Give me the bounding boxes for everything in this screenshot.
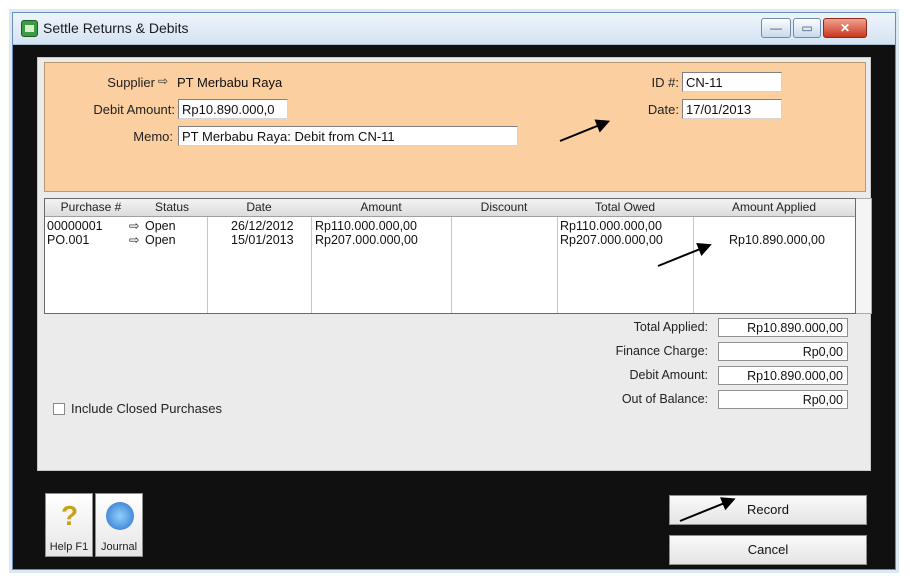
date-field[interactable]: 17/01/2013 bbox=[682, 99, 782, 119]
minimize-button[interactable]: — bbox=[761, 18, 791, 38]
supplier-zoom-arrow-icon[interactable]: ⇨ bbox=[158, 74, 168, 88]
close-button[interactable]: ✕ bbox=[823, 18, 867, 38]
col-amount-applied[interactable]: Amount Applied bbox=[693, 200, 855, 214]
col-status[interactable]: Status bbox=[137, 200, 207, 214]
help-icon: ? bbox=[61, 500, 79, 531]
purchase-number: 00000001 bbox=[47, 219, 103, 233]
record-button[interactable]: Record bbox=[669, 495, 867, 525]
amount-applied[interactable]: Rp10.890.000,00 bbox=[729, 233, 825, 247]
total-applied-label: Total Applied: bbox=[633, 320, 708, 334]
total-owed: Rp207.000.000,00 bbox=[560, 233, 663, 247]
memo-label: Memo: bbox=[133, 129, 173, 144]
col-purchase[interactable]: Purchase # bbox=[45, 200, 137, 214]
id-label: ID #: bbox=[651, 75, 679, 90]
journal-button[interactable]: Journal bbox=[95, 493, 143, 557]
debit-amount-field[interactable]: Rp10.890.000,0 bbox=[178, 99, 288, 119]
include-closed-label[interactable]: Include Closed Purchases bbox=[71, 401, 222, 416]
journal-label: Journal bbox=[100, 541, 138, 553]
total-owed: Rp110.000.000,00 bbox=[560, 219, 662, 233]
maximize-button[interactable]: ▭ bbox=[793, 18, 821, 38]
help-label: Help F1 bbox=[49, 541, 89, 553]
title-bar[interactable]: Settle Returns & Debits — ▭ ✕ bbox=[13, 13, 895, 45]
out-of-balance-label: Out of Balance: bbox=[621, 392, 708, 406]
table-row[interactable]: 00000001 ⇨ Open 26/12/2012 Rp110.000.000… bbox=[45, 219, 855, 234]
include-closed-checkbox[interactable] bbox=[53, 403, 65, 415]
date: 26/12/2012 bbox=[231, 219, 294, 233]
window-title: Settle Returns & Debits bbox=[43, 20, 189, 36]
purchase-number: PO.001 bbox=[47, 233, 90, 247]
supplier-label: Supplier bbox=[107, 75, 155, 90]
cancel-button[interactable]: Cancel bbox=[669, 535, 867, 565]
open-arrow-icon[interactable]: ⇨ bbox=[129, 219, 139, 233]
supplier-value: PT Merbabu Raya bbox=[177, 75, 283, 90]
table-scrollbar[interactable] bbox=[856, 198, 872, 314]
col-discount[interactable]: Discount bbox=[451, 200, 557, 214]
table-header: Purchase # Status Date Amount Discount T… bbox=[45, 199, 855, 217]
memo-field[interactable]: PT Merbabu Raya: Debit from CN-11 bbox=[178, 126, 518, 146]
debit-amount-total-value: Rp10.890.000,00 bbox=[718, 366, 848, 385]
app-icon bbox=[21, 20, 38, 37]
table-row[interactable]: PO.001 ⇨ Open 15/01/2013 Rp207.000.000,0… bbox=[45, 233, 855, 248]
purchases-table: Purchase # Status Date Amount Discount T… bbox=[44, 198, 856, 314]
help-button[interactable]: ? Help F1 bbox=[45, 493, 93, 557]
amount: Rp110.000.000,00 bbox=[315, 219, 417, 233]
total-applied-value: Rp10.890.000,00 bbox=[718, 318, 848, 337]
col-total-owed[interactable]: Total Owed bbox=[557, 200, 693, 214]
id-field[interactable]: CN-11 bbox=[682, 72, 782, 92]
finance-charge-field[interactable]: Rp0,00 bbox=[718, 342, 848, 361]
journal-icon bbox=[106, 502, 134, 530]
out-of-balance-value: Rp0,00 bbox=[718, 390, 848, 409]
settle-returns-window: Settle Returns & Debits — ▭ ✕ Supplier ⇨… bbox=[12, 12, 896, 570]
date-label: Date: bbox=[647, 102, 679, 117]
date: 15/01/2013 bbox=[231, 233, 294, 247]
col-amount[interactable]: Amount bbox=[311, 200, 451, 214]
debit-amount-label: Debit Amount: bbox=[93, 102, 175, 117]
status: Open bbox=[145, 219, 176, 233]
finance-charge-label: Finance Charge: bbox=[615, 344, 708, 358]
open-arrow-icon[interactable]: ⇨ bbox=[129, 233, 139, 247]
status: Open bbox=[145, 233, 176, 247]
header-section: Supplier ⇨ PT Merbabu Raya Debit Amount:… bbox=[44, 62, 866, 192]
amount: Rp207.000.000,00 bbox=[315, 233, 418, 247]
debit-amount-total-label: Debit Amount: bbox=[629, 368, 708, 382]
col-date[interactable]: Date bbox=[207, 200, 311, 214]
